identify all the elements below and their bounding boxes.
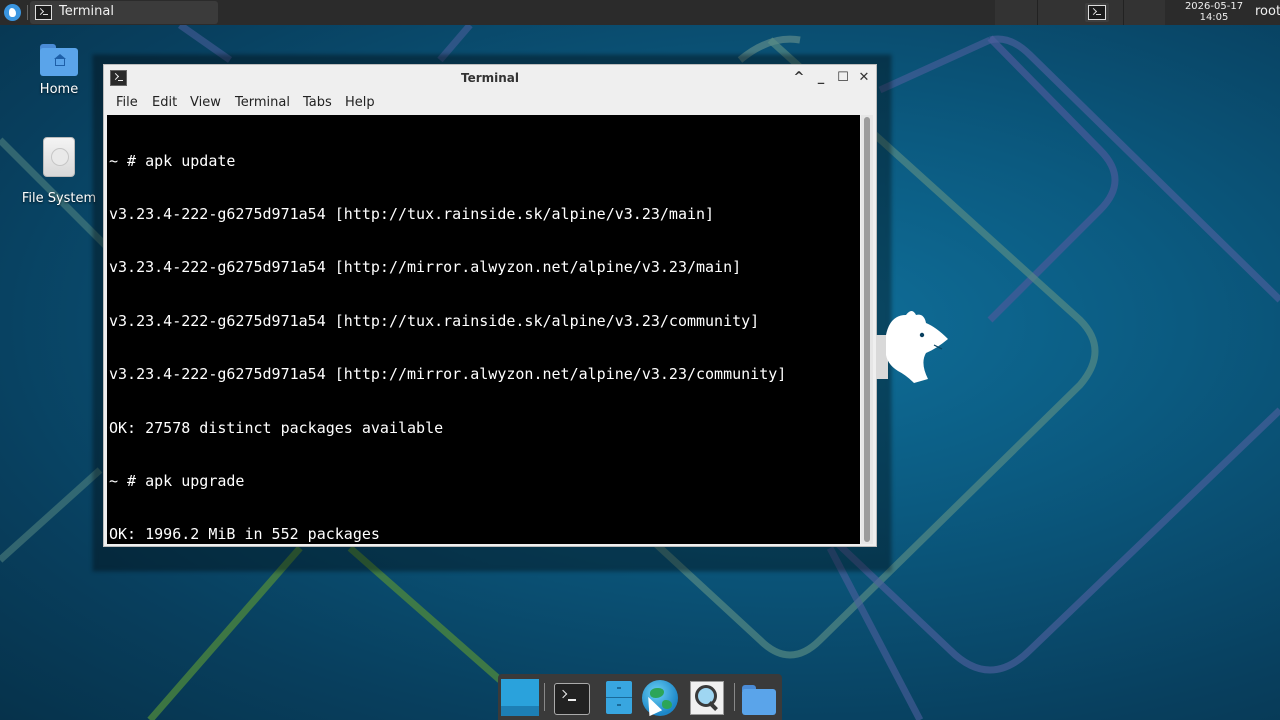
user-menu[interactable]: root: [1255, 4, 1280, 19]
app-finder-launcher[interactable]: [688, 679, 726, 716]
menu-view[interactable]: View: [190, 95, 221, 110]
menu-file[interactable]: File: [116, 95, 138, 110]
dock-separator: [544, 683, 545, 711]
clock[interactable]: 2026-05-17 14:05: [1178, 1, 1250, 23]
scrollbar[interactable]: [861, 115, 873, 544]
terminal-line: v3.23.4-222-g6275d971a54 [http://tux.rai…: [109, 311, 760, 330]
panel-separator: [1123, 0, 1124, 25]
top-panel: Terminal 2026-05-17 14:05 root: [0, 0, 1280, 25]
terminal-icon: [35, 5, 52, 20]
terminal-line: v3.23.4-222-g6275d971a54 [http://mirror.…: [109, 258, 742, 277]
menu-bar: File Edit View Terminal Tabs Help: [104, 91, 876, 114]
terminal-line: OK: 27578 distinct packages available: [109, 418, 444, 437]
folder-launcher[interactable]: [741, 679, 779, 716]
show-desktop-icon[interactable]: [501, 679, 539, 716]
folder-icon-body: [742, 689, 776, 715]
menu-help[interactable]: Help: [345, 95, 375, 110]
window-title: Terminal: [460, 71, 520, 85]
panel-tray-area: [995, 0, 1165, 25]
terminal-line: OK: 1996.2 MiB in 552 packages: [109, 525, 380, 544]
terminal-line: ~ # apk upgrade: [109, 471, 245, 490]
tray-terminal-launcher[interactable]: [1085, 3, 1109, 22]
terminal-launcher[interactable]: [553, 679, 591, 716]
file-cabinet-icon: [606, 681, 632, 714]
clock-date: 2026-05-17: [1184, 1, 1244, 12]
shade-button[interactable]: ^: [790, 69, 808, 87]
terminal-icon: [554, 683, 590, 715]
terminal-line: ~ # apk update: [109, 151, 236, 170]
drive-icon: [43, 137, 75, 177]
close-button[interactable]: ✕: [855, 69, 873, 87]
applications-menu-icon[interactable]: [4, 4, 21, 21]
clock-time: 14:05: [1199, 12, 1229, 23]
home-folder-icon: [40, 42, 78, 76]
scrollbar-thumb[interactable]: [864, 117, 870, 542]
file-manager-launcher[interactable]: [601, 679, 639, 716]
maximize-button[interactable]: ☐: [834, 69, 852, 87]
panel-separator: [27, 5, 28, 20]
taskbar-button-terminal[interactable]: Terminal: [30, 1, 218, 24]
web-browser-launcher[interactable]: [641, 679, 679, 717]
panel-separator: [1037, 0, 1038, 25]
terminal-output[interactable]: ~ # apk update v3.23.4-222-g6275d971a54 …: [107, 115, 860, 544]
dock-separator: [734, 683, 735, 711]
terminal-line: v3.23.4-222-g6275d971a54 [http://mirror.…: [109, 365, 787, 384]
terminal-window[interactable]: Terminal ^ _ ☐ ✕ File Edit View Terminal…: [103, 64, 877, 547]
terminal-icon: [110, 70, 127, 86]
menu-tabs[interactable]: Tabs: [303, 95, 332, 110]
mouse-mascot-icon: [876, 311, 948, 383]
title-bar[interactable]: Terminal ^ _ ☐ ✕: [104, 65, 876, 91]
terminal-icon: [1088, 5, 1106, 20]
dock: [498, 674, 782, 720]
minimize-button[interactable]: _: [812, 69, 830, 87]
taskbar-label: Terminal: [59, 4, 114, 19]
terminal-line: v3.23.4-222-g6275d971a54 [http://tux.rai…: [109, 204, 715, 223]
menu-terminal[interactable]: Terminal: [235, 95, 290, 110]
menu-edit[interactable]: Edit: [152, 95, 177, 110]
